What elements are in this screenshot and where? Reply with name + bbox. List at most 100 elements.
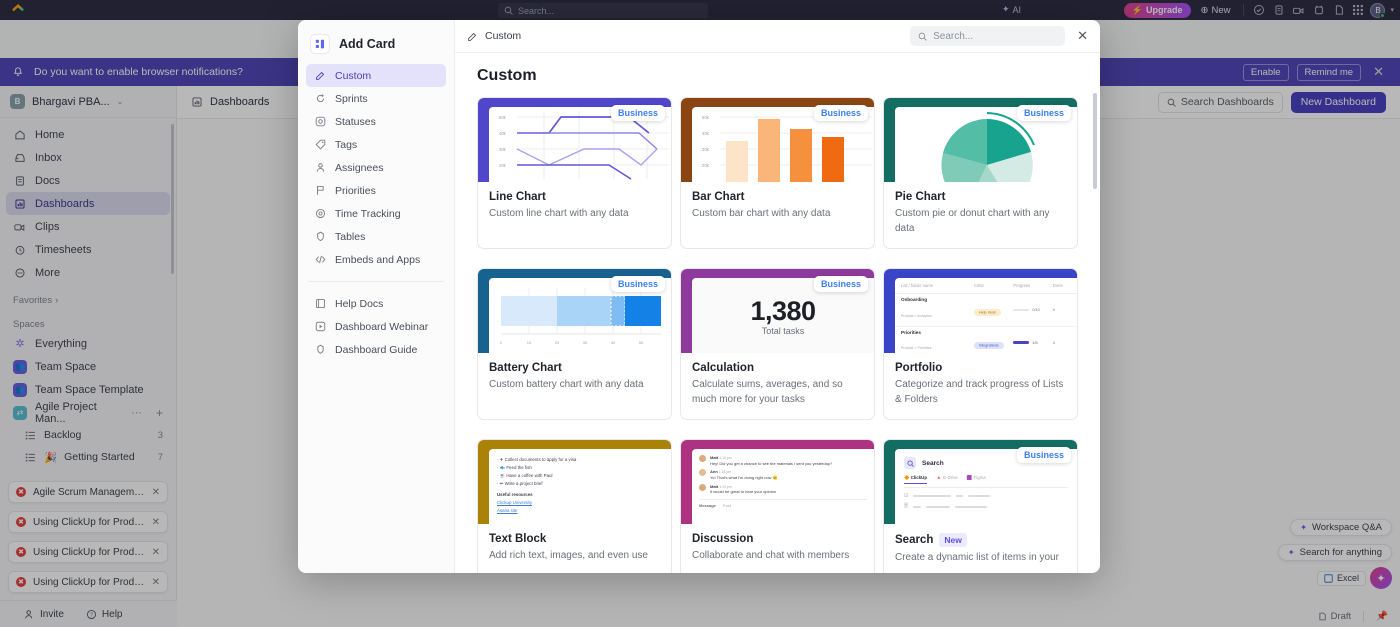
card-battery-chart[interactable]: Business [477,268,672,420]
sprint-icon [314,93,326,105]
svg-text:40: 40 [611,340,616,345]
modal-search-input[interactable]: Search... [910,26,1065,46]
custom-card-icon [314,70,326,82]
modal-menu-time-tracking[interactable]: Time Tracking [306,202,446,225]
card-portfolio[interactable]: List / folder name Color Progress Done O… [883,268,1078,420]
add-card-icon [310,34,330,54]
message-time: 1:19 pm [719,485,731,489]
card-art: · ✈ Collect documents to apply for a vis… [478,440,671,524]
text-block-preview: · ✈ Collect documents to apply for a vis… [489,449,671,524]
message-time: 1:18 pm [719,470,731,474]
modal-menu-label: Tags [335,139,357,151]
item-label: Write a project brief [505,481,543,486]
col-header: Progress [1013,283,1052,288]
col-header: Done [1053,283,1071,288]
modal-menu-label: Embeds and Apps [335,254,420,266]
card-title: Bar Chart [692,191,863,203]
avatar [699,455,706,462]
card-pie-chart[interactable]: Business [883,97,1078,249]
card-description: Custom line chart with any data [489,207,660,222]
svg-text:20: 20 [555,340,560,345]
custom-card-icon [467,31,478,42]
card-title-label: Search [895,534,933,546]
card-bar-chart[interactable]: Business 50k40k 30k20k [680,97,875,249]
row-name: Priorities [901,330,974,336]
modal-topbar: Custom Search... ✕ [455,20,1100,53]
card-title: Calculation [692,362,863,374]
card-title: Pie Chart [895,191,1066,203]
modal-link-label: Dashboard Guide [335,344,417,356]
card-description: Add rich text, images, and even use [489,549,660,564]
modal-menu-tags[interactable]: Tags [306,133,446,156]
modal-menu-priorities[interactable]: Priorities [306,179,446,202]
status-badge: Business [611,276,665,292]
table-icon [314,231,326,243]
modal-menu-tables[interactable]: Tables [306,225,446,248]
add-card-content: Custom Search... ✕ Custom Business [455,20,1100,573]
modal-menu-assignees[interactable]: Assignees [306,156,446,179]
card-text: Line Chart Custom line chart with any da… [478,182,671,234]
calculation-caption: Total tasks [762,326,805,336]
source-tab-clickup[interactable]: 🔶 ClickUp [904,475,927,484]
message-author: Ann [710,469,718,474]
card-art: Business [478,269,671,353]
modal-link-dashboard-webinar[interactable]: Dashboard Webinar [306,315,446,338]
portfolio-row: OnboardingProduct > Analytics Help desk … [895,294,1077,327]
card-description: Calculate sums, averages, and so much mo… [692,378,863,407]
card-art: List / folder name Color Progress Done O… [884,269,1077,353]
new-pill: New [939,533,966,547]
modal-link-help-docs[interactable]: Help Docs [306,292,446,315]
card-gallery: Custom Business [455,53,1100,573]
source-tab-figma[interactable]: 🟪 Figma [967,475,986,484]
row-sub: Product > Priorities [901,346,931,350]
source-tab-gdrive[interactable]: 🔺 G-Drive [936,475,958,484]
card-text: Battery Chart Custom battery chart with … [478,353,671,405]
input-tab: Post [723,503,731,508]
modal-menu-custom[interactable]: Custom [306,64,446,87]
card-search[interactable]: Business Search 🔶 ClickUp 🔺 G-Drive 🟪 Fi [883,439,1078,573]
input-placeholder: Message [699,503,716,508]
card-art: Business 1,380 Total tasks [681,269,874,353]
card-grid: Business [477,97,1078,573]
divider [308,281,444,282]
card-calculation[interactable]: Business 1,380 Total tasks Calculation C… [680,268,875,420]
resource-link[interactable]: Clickup University [497,499,663,507]
modal-menu-embeds-and-apps[interactable]: Embeds and Apps [306,248,446,271]
card-discussion[interactable]: Matt 1:16 pmHey! Did you get a chance to… [680,439,875,573]
chat-message: Matt 1:16 pmHey! Did you get a chance to… [699,455,867,466]
row-progress: 4/8 [1032,341,1037,345]
modal-menu-label: Sprints [335,93,368,105]
svg-text:30: 30 [583,340,588,345]
modal-scrollbar[interactable] [1093,93,1097,189]
item-label: Have a coffee with Paul [506,473,552,478]
modal-menu-sprints[interactable]: Sprints [306,87,446,110]
add-card-modal: Add Card Custom Sprints Statuses Tags As… [298,20,1100,573]
breadcrumb: Custom [467,30,521,42]
chat-message: Ann 1:18 pmYo! That's what I'm doing rig… [699,469,867,480]
modal-menu-statuses[interactable]: Statuses [306,110,446,133]
modal-menu-label: Custom [335,70,371,82]
placeholder-bar [955,506,987,508]
resource-link[interactable]: Asana site [497,507,663,515]
card-line-chart[interactable]: Business [477,97,672,249]
guide-icon [314,344,326,356]
message-text: Hey! Did you get a chance to see the mat… [710,461,832,466]
status-badge: Business [814,105,868,121]
discussion-input[interactable]: Message Post [699,499,867,508]
search-result-row: ☑ [904,493,1068,499]
section-title: Custom [477,67,1078,85]
modal-menu-label: Priorities [335,185,376,197]
chat-message: Matt 1:19 pmIt would be great to hear yo… [699,484,867,495]
row-tag: Help desk [974,309,1001,316]
modal-link-label: Dashboard Webinar [335,321,428,333]
card-text-block[interactable]: · ✈ Collect documents to apply for a vis… [477,439,672,573]
card-description: Collaborate and chat with members [692,549,863,564]
card-text: Calculation Calculate sums, averages, an… [681,353,874,419]
clickup-app: Search... ✦ AI ⚡ Upgrade ⊕ New [0,0,1400,627]
modal-link-dashboard-guide[interactable]: Dashboard Guide [306,338,446,361]
modal-menu-label: Statuses [335,116,376,128]
svg-text:30k: 30k [702,147,710,152]
search-icon [904,457,916,469]
close-icon[interactable]: ✕ [1077,28,1088,44]
card-title: Discussion [692,533,863,545]
